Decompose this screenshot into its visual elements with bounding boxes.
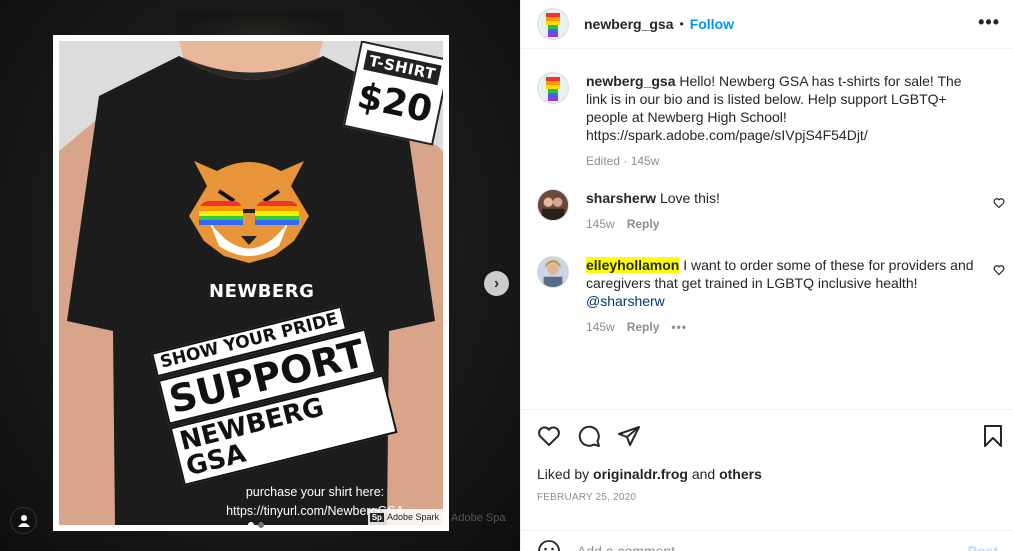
mention-link[interactable]: @sharsherw [586, 293, 665, 309]
comment-options-button[interactable]: ••• [671, 318, 687, 336]
comment-input[interactable]: Add a comment... [577, 543, 968, 551]
liked-and: and [691, 466, 716, 482]
heart-icon[interactable] [993, 197, 1005, 209]
post-side-panel: newberg_gsa • Follow ••• newberg_gsa Hel… [520, 0, 1013, 551]
more-options-button[interactable]: ••• [978, 12, 1000, 32]
profile-photo [538, 257, 568, 287]
user-icon [17, 514, 30, 527]
post-header: newberg_gsa • Follow ••• [521, 0, 1013, 49]
post-image-content: T-SHIRT $20 NEWBERG SHOW YOUR PRIDE SUPP… [59, 41, 443, 525]
carousel-dots [248, 522, 264, 528]
caption-body: newberg_gsa Hello! Newberg GSA has t-shi… [586, 72, 986, 170]
follow-button[interactable]: Follow [690, 16, 734, 32]
add-comment-bar: Add a comment... Post [521, 530, 1013, 551]
comment-text: Love this! [659, 190, 720, 206]
avatar[interactable] [537, 256, 569, 288]
avatar[interactable] [537, 72, 569, 104]
profile-photo [538, 190, 568, 220]
comment-username[interactable]: sharsherw [586, 190, 656, 206]
carousel-dot [248, 522, 254, 528]
more-horizontal-icon: ••• [978, 12, 1000, 32]
purchase-line: purchase your shirt here: [245, 485, 385, 499]
chevron-right-icon: › [493, 274, 500, 292]
like-heart-icon[interactable] [537, 424, 561, 448]
avatar[interactable] [537, 8, 569, 40]
comment-icon[interactable] [577, 424, 601, 448]
caption-meta: Edited · 145w [586, 152, 986, 170]
carousel-dot [258, 522, 264, 528]
post-actions: Liked by originaldr.frog and others FEBR… [521, 409, 1013, 551]
edited-time: Edited · 145w [586, 154, 660, 168]
share-icon[interactable] [617, 424, 641, 448]
post-comment-button[interactable]: Post [968, 543, 998, 551]
heart-icon[interactable] [993, 264, 1005, 276]
post-date[interactable]: FEBRUARY 25, 2020 [537, 492, 636, 503]
reply-button[interactable]: Reply [627, 318, 660, 336]
rainbow-fist-icon [546, 77, 560, 101]
comment-body: elleyhollamon I want to order some of th… [586, 256, 986, 336]
comment-meta: 145w Reply [586, 215, 986, 233]
reply-button[interactable]: Reply [627, 215, 660, 233]
comment-body: sharsherw Love this! 145w Reply [586, 189, 986, 233]
next-image-button[interactable]: › [484, 271, 509, 296]
likes-summary: Liked by originaldr.frog and others [537, 466, 762, 482]
post-media: T-SHIRT $20 NEWBERG SHOW YOUR PRIDE SUPP… [0, 0, 520, 551]
brand-text: NEWBERG [209, 281, 315, 302]
action-icons [537, 424, 1002, 448]
liked-prefix: Liked by [537, 466, 590, 482]
emoji-icon[interactable] [537, 539, 561, 551]
rainbow-fist-icon [546, 13, 560, 37]
header-username[interactable]: newberg_gsa [584, 16, 673, 32]
liked-others-link[interactable]: others [719, 466, 762, 482]
avatar[interactable] [537, 189, 569, 221]
caption-username[interactable]: newberg_gsa [586, 73, 675, 89]
user-tags-button[interactable] [10, 507, 37, 534]
save-bookmark-icon[interactable] [982, 424, 1004, 448]
adobe-spark-badge: Sp Adobe Spark [367, 509, 443, 525]
liked-user-link[interactable]: originaldr.frog [593, 466, 688, 482]
comment-username[interactable]: elleyhollamon [586, 257, 680, 273]
adobe-spark-label: Adobe Spark [386, 512, 439, 522]
comment-meta: 145w Reply ••• [586, 318, 986, 336]
comment-time[interactable]: 145w [586, 215, 615, 233]
post-image[interactable]: T-SHIRT $20 NEWBERG SHOW YOUR PRIDE SUPP… [53, 35, 449, 531]
header-separator: • [679, 17, 684, 31]
background-watermark: Adobe Spa [451, 512, 506, 524]
comment-time[interactable]: 145w [586, 318, 615, 336]
adobe-spark-logo: Sp [369, 512, 384, 522]
